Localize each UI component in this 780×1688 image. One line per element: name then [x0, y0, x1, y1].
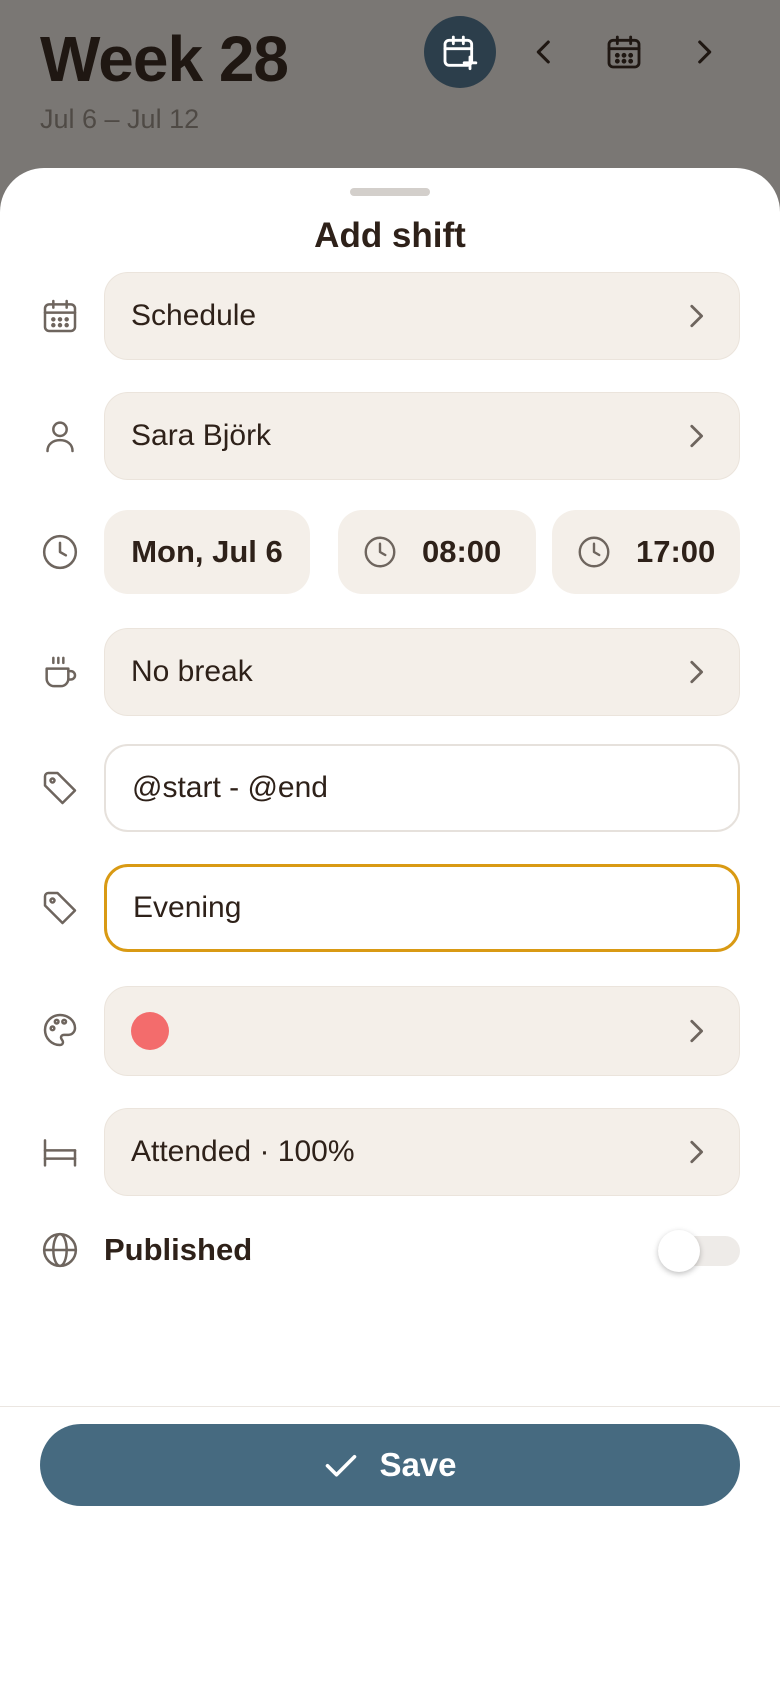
chevron-left-icon — [536, 40, 550, 64]
employee-select[interactable]: Sara Björk — [104, 392, 740, 480]
toggle-knob — [658, 1230, 700, 1272]
sheet-grabber[interactable] — [350, 188, 430, 196]
shift-label-input[interactable]: Evening — [104, 864, 740, 952]
footer-divider — [0, 1406, 780, 1407]
clock-icon — [364, 536, 396, 568]
person-icon — [40, 416, 80, 456]
chevron-right-icon — [698, 40, 712, 64]
week-header: Week 28 Jul 6 – Jul 12 — [0, 0, 780, 170]
shift-title-value: @start - @end — [132, 771, 328, 804]
chevron-right-icon — [690, 660, 703, 684]
sheet-title: Add shift — [314, 216, 466, 255]
date-picker[interactable]: Mon, Jul 6 — [104, 510, 310, 594]
next-week-button[interactable] — [668, 16, 740, 88]
globe-icon — [40, 1230, 80, 1270]
previous-week-button[interactable] — [508, 16, 580, 88]
save-label: Save — [379, 1446, 457, 1483]
week-range: Jul 6 – Jul 12 — [40, 104, 200, 134]
tag-icon — [40, 888, 80, 928]
published-toggle[interactable] — [658, 1230, 740, 1272]
end-time-picker[interactable]: 17:00 — [552, 510, 740, 594]
schedule-select[interactable]: Schedule — [104, 272, 740, 360]
attendance-value: Attended · 100% — [131, 1135, 355, 1168]
published-label: Published — [104, 1232, 253, 1267]
save-button[interactable]: Save — [40, 1424, 740, 1506]
chevron-right-icon — [690, 424, 703, 448]
date-value: Mon, Jul 6 — [131, 534, 283, 569]
shift-title-input[interactable]: @start - @end — [104, 744, 740, 832]
chevron-right-icon — [690, 304, 703, 328]
add-shift-header-button[interactable] — [424, 16, 496, 88]
chevron-right-icon — [690, 1140, 703, 1164]
schedule-value: Schedule — [131, 299, 257, 332]
tag-icon — [40, 768, 80, 808]
checkmark-icon — [326, 1454, 357, 1477]
break-select[interactable]: No break — [104, 628, 740, 716]
employee-value: Sara Björk — [131, 419, 272, 452]
clock-icon — [40, 532, 80, 572]
bed-icon — [40, 1132, 80, 1172]
clock-icon — [578, 536, 610, 568]
break-value: No break — [131, 655, 253, 688]
palette-icon — [40, 1010, 80, 1050]
start-time-value: 08:00 — [422, 534, 502, 569]
chevron-right-icon — [690, 1019, 703, 1043]
end-time-value: 17:00 — [636, 534, 716, 569]
calendar-plus-icon — [443, 35, 478, 71]
attendance-select[interactable]: Attended · 100% — [104, 1108, 740, 1196]
shift-label-value: Evening — [133, 891, 242, 924]
calendar-icon — [40, 296, 80, 336]
calendar-picker-button[interactable] — [588, 16, 660, 88]
week-title: Week 28 — [40, 23, 289, 95]
color-select[interactable] — [104, 986, 740, 1076]
start-time-picker[interactable]: 08:00 — [338, 510, 536, 594]
coffee-cup-icon — [40, 652, 80, 692]
selected-color-swatch — [131, 1012, 169, 1050]
calendar-icon — [607, 35, 641, 69]
